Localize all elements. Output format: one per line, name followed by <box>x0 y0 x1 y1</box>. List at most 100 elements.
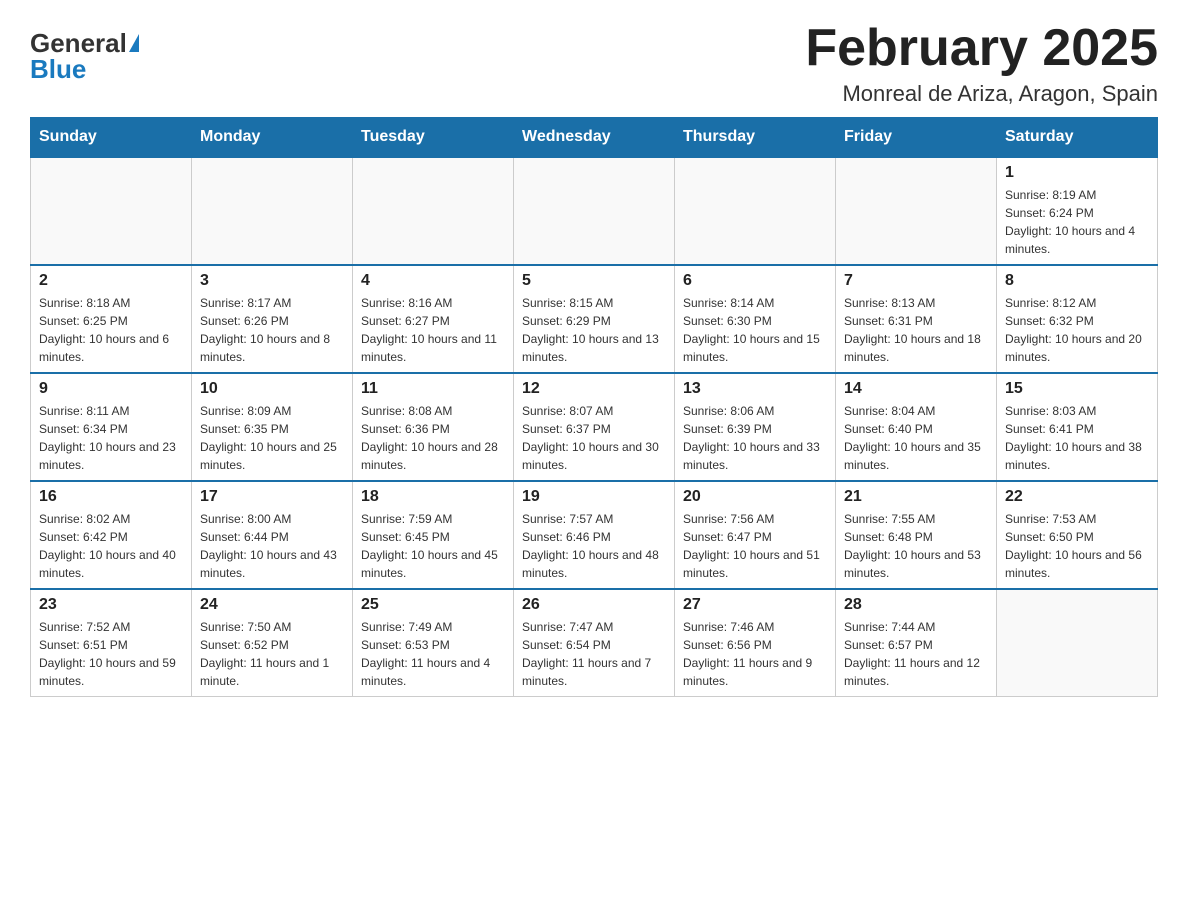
day-number: 24 <box>200 596 344 614</box>
table-row <box>353 157 514 265</box>
table-row: 11 Sunrise: 8:08 AMSunset: 6:36 PMDayligh… <box>353 373 514 481</box>
calendar-week-row: 23 Sunrise: 7:52 AMSunset: 6:51 PMDayligh… <box>31 589 1158 697</box>
day-info: Sunrise: 7:46 AMSunset: 6:56 PMDaylight:… <box>683 618 827 690</box>
day-number: 2 <box>39 272 183 290</box>
day-info: Sunrise: 8:00 AMSunset: 6:44 PMDaylight:… <box>200 510 344 582</box>
day-number: 20 <box>683 488 827 506</box>
day-info: Sunrise: 7:55 AMSunset: 6:48 PMDaylight:… <box>844 510 988 582</box>
day-number: 11 <box>361 380 505 398</box>
day-info: Sunrise: 8:17 AMSunset: 6:26 PMDaylight:… <box>200 294 344 366</box>
day-number: 14 <box>844 380 988 398</box>
day-number: 4 <box>361 272 505 290</box>
day-info: Sunrise: 8:02 AMSunset: 6:42 PMDaylight:… <box>39 510 183 582</box>
calendar-week-row: 9 Sunrise: 8:11 AMSunset: 6:34 PMDaylight… <box>31 373 1158 481</box>
day-info: Sunrise: 7:53 AMSunset: 6:50 PMDaylight:… <box>1005 510 1149 582</box>
day-info: Sunrise: 8:07 AMSunset: 6:37 PMDaylight:… <box>522 402 666 474</box>
day-info: Sunrise: 8:08 AMSunset: 6:36 PMDaylight:… <box>361 402 505 474</box>
table-row: 3Sunrise: 8:17 AMSunset: 6:26 PMDaylight… <box>192 265 353 373</box>
day-number: 19 <box>522 488 666 506</box>
day-info: Sunrise: 8:19 AMSunset: 6:24 PMDaylight:… <box>1005 186 1149 258</box>
header-sunday: Sunday <box>31 118 192 158</box>
table-row: 24 Sunrise: 7:50 AMSunset: 6:52 PMDayligh… <box>192 589 353 697</box>
table-row: 4 Sunrise: 8:16 AMSunset: 6:27 PMDaylight… <box>353 265 514 373</box>
day-info: Sunrise: 7:57 AMSunset: 6:46 PMDaylight:… <box>522 510 666 582</box>
day-info: Sunrise: 7:44 AMSunset: 6:57 PMDaylight:… <box>844 618 988 690</box>
table-row <box>192 157 353 265</box>
table-row <box>997 589 1158 697</box>
table-row: 27 Sunrise: 7:46 AMSunset: 6:56 PMDayligh… <box>675 589 836 697</box>
title-area: February 2025 Monreal de Ariza, Aragon, … <box>805 20 1158 107</box>
table-row: 16 Sunrise: 8:02 AMSunset: 6:42 PMDayligh… <box>31 481 192 589</box>
day-info: Sunrise: 8:15 AMSunset: 6:29 PMDaylight:… <box>522 294 666 366</box>
table-row: 7Sunrise: 8:13 AMSunset: 6:31 PMDaylight… <box>836 265 997 373</box>
day-number: 13 <box>683 380 827 398</box>
logo-triangle-icon <box>129 34 139 52</box>
day-number: 25 <box>361 596 505 614</box>
table-row: 13 Sunrise: 8:06 AMSunset: 6:39 PMDayligh… <box>675 373 836 481</box>
month-title: February 2025 <box>805 20 1158 77</box>
day-info: Sunrise: 8:12 AMSunset: 6:32 PMDaylight:… <box>1005 294 1149 366</box>
table-row: 5 Sunrise: 8:15 AMSunset: 6:29 PMDaylight… <box>514 265 675 373</box>
day-info: Sunrise: 8:13 AMSunset: 6:31 PMDaylight:… <box>844 294 988 366</box>
header-saturday: Saturday <box>997 118 1158 158</box>
logo: General Blue <box>30 20 139 82</box>
table-row: 12 Sunrise: 8:07 AMSunset: 6:37 PMDayligh… <box>514 373 675 481</box>
day-info: Sunrise: 7:52 AMSunset: 6:51 PMDaylight:… <box>39 618 183 690</box>
weekday-header-row: Sunday Monday Tuesday Wednesday Thursday… <box>31 118 1158 158</box>
day-number: 5 <box>522 272 666 290</box>
table-row <box>514 157 675 265</box>
header-tuesday: Tuesday <box>353 118 514 158</box>
day-info: Sunrise: 7:50 AMSunset: 6:52 PMDaylight:… <box>200 618 344 690</box>
day-number: 27 <box>683 596 827 614</box>
day-info: Sunrise: 8:11 AMSunset: 6:34 PMDaylight:… <box>39 402 183 474</box>
table-row: 14 Sunrise: 8:04 AMSunset: 6:40 PMDayligh… <box>836 373 997 481</box>
table-row <box>31 157 192 265</box>
table-row: 10 Sunrise: 8:09 AMSunset: 6:35 PMDayligh… <box>192 373 353 481</box>
calendar-week-row: 2 Sunrise: 8:18 AMSunset: 6:25 PMDaylight… <box>31 265 1158 373</box>
day-info: Sunrise: 8:14 AMSunset: 6:30 PMDaylight:… <box>683 294 827 366</box>
day-number: 23 <box>39 596 183 614</box>
day-info: Sunrise: 8:16 AMSunset: 6:27 PMDaylight:… <box>361 294 505 366</box>
table-row: 22 Sunrise: 7:53 AMSunset: 6:50 PMDayligh… <box>997 481 1158 589</box>
header-thursday: Thursday <box>675 118 836 158</box>
day-info: Sunrise: 8:09 AMSunset: 6:35 PMDaylight:… <box>200 402 344 474</box>
header-monday: Monday <box>192 118 353 158</box>
table-row: 6 Sunrise: 8:14 AMSunset: 6:30 PMDaylight… <box>675 265 836 373</box>
day-number: 1 <box>1005 164 1149 182</box>
table-row: 9 Sunrise: 8:11 AMSunset: 6:34 PMDaylight… <box>31 373 192 481</box>
day-number: 17 <box>200 488 344 506</box>
calendar-week-row: 1 Sunrise: 8:19 AMSunset: 6:24 PMDaylight… <box>31 157 1158 265</box>
day-info: Sunrise: 7:56 AMSunset: 6:47 PMDaylight:… <box>683 510 827 582</box>
day-number: 12 <box>522 380 666 398</box>
day-info: Sunrise: 7:49 AMSunset: 6:53 PMDaylight:… <box>361 618 505 690</box>
day-number: 10 <box>200 380 344 398</box>
table-row <box>675 157 836 265</box>
day-info: Sunrise: 8:04 AMSunset: 6:40 PMDaylight:… <box>844 402 988 474</box>
table-row: 18Sunrise: 7:59 AMSunset: 6:45 PMDayligh… <box>353 481 514 589</box>
day-number: 9 <box>39 380 183 398</box>
day-number: 6 <box>683 272 827 290</box>
day-number: 28 <box>844 596 988 614</box>
location-subtitle: Monreal de Ariza, Aragon, Spain <box>805 81 1158 107</box>
day-info: Sunrise: 8:03 AMSunset: 6:41 PMDaylight:… <box>1005 402 1149 474</box>
day-info: Sunrise: 7:59 AMSunset: 6:45 PMDaylight:… <box>361 510 505 582</box>
day-info: Sunrise: 8:06 AMSunset: 6:39 PMDaylight:… <box>683 402 827 474</box>
header-wednesday: Wednesday <box>514 118 675 158</box>
calendar-table: Sunday Monday Tuesday Wednesday Thursday… <box>30 117 1158 697</box>
logo-blue-text: Blue <box>30 56 86 82</box>
header-friday: Friday <box>836 118 997 158</box>
table-row: 28 Sunrise: 7:44 AMSunset: 6:57 PMDayligh… <box>836 589 997 697</box>
day-info: Sunrise: 8:18 AMSunset: 6:25 PMDaylight:… <box>39 294 183 366</box>
table-row: 2 Sunrise: 8:18 AMSunset: 6:25 PMDaylight… <box>31 265 192 373</box>
day-number: 22 <box>1005 488 1149 506</box>
table-row: 21Sunrise: 7:55 AMSunset: 6:48 PMDayligh… <box>836 481 997 589</box>
calendar-week-row: 16 Sunrise: 8:02 AMSunset: 6:42 PMDayligh… <box>31 481 1158 589</box>
table-row: 23 Sunrise: 7:52 AMSunset: 6:51 PMDayligh… <box>31 589 192 697</box>
day-number: 15 <box>1005 380 1149 398</box>
day-number: 16 <box>39 488 183 506</box>
page-header: General Blue February 2025 Monreal de Ar… <box>30 20 1158 107</box>
table-row: 26Sunrise: 7:47 AMSunset: 6:54 PMDayligh… <box>514 589 675 697</box>
logo-general-text: General <box>30 30 127 56</box>
table-row: 25 Sunrise: 7:49 AMSunset: 6:53 PMDayligh… <box>353 589 514 697</box>
day-info: Sunrise: 7:47 AMSunset: 6:54 PMDaylight:… <box>522 618 666 690</box>
